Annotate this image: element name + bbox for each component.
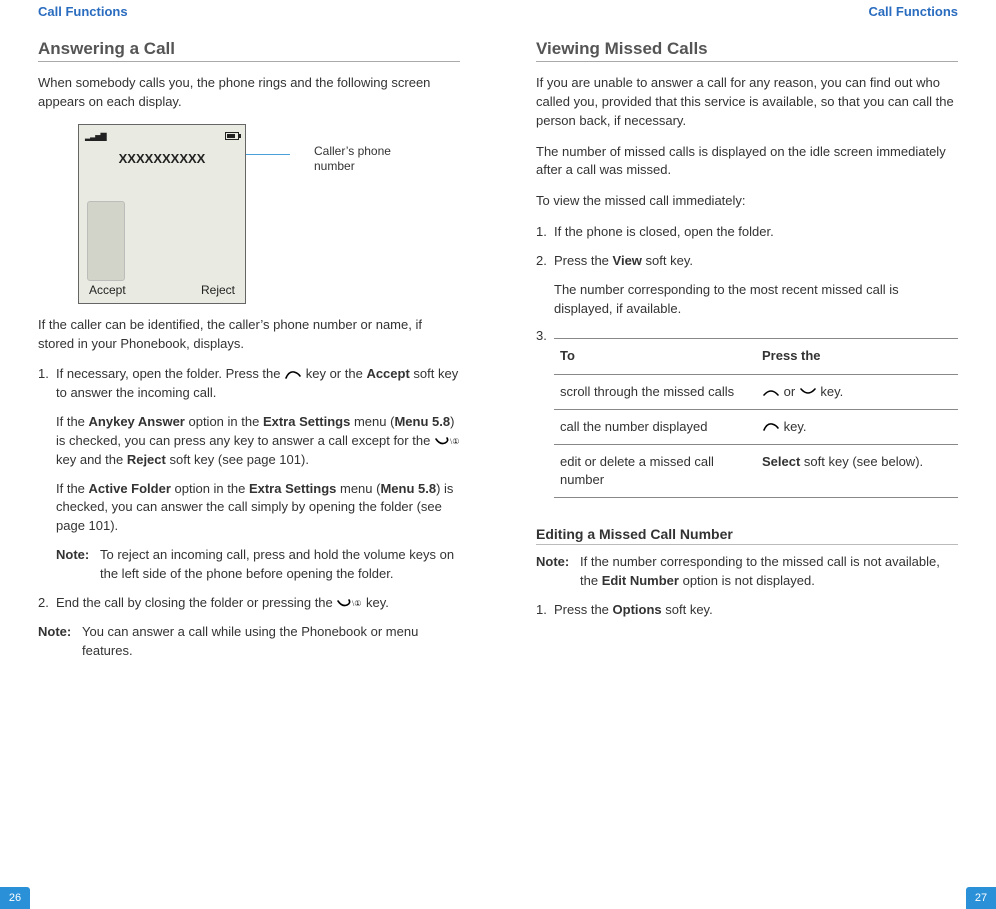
key-actions-table: To Press the scroll through the missed c… xyxy=(554,338,958,498)
missed-p1: If you are unable to answer a call for a… xyxy=(536,74,958,131)
up-key-icon xyxy=(762,387,780,397)
send-key-icon xyxy=(762,421,780,433)
status-bar xyxy=(85,129,239,143)
page-right: Call Functions Viewing Missed Calls If y… xyxy=(498,0,996,909)
svg-text:\①: \① xyxy=(352,599,361,608)
note-reject: Note: To reject an incoming call, press … xyxy=(56,546,460,584)
section-title-missed: Viewing Missed Calls xyxy=(536,39,958,62)
table-row: edit or delete a missed call number Sele… xyxy=(554,445,958,498)
svg-text:\①: \① xyxy=(450,437,459,446)
table-row: call the number displayed key. xyxy=(554,409,958,444)
missed-step-1: 1. If the phone is closed, open the fold… xyxy=(536,223,958,242)
callout-line xyxy=(246,154,290,155)
caller-number: XXXXXXXXXX xyxy=(79,151,245,166)
callout-label: Caller’s phone number xyxy=(314,144,391,175)
after-phone-text: If the caller can be identified, the cal… xyxy=(38,316,460,354)
phone-screen: XXXXXXXXXX Accept Reject xyxy=(78,124,246,304)
battery-icon xyxy=(225,132,239,140)
page-header-left: Call Functions xyxy=(38,0,460,39)
section-title-answering: Answering a Call xyxy=(38,39,460,62)
missed-p3: To view the missed call immediately: xyxy=(536,192,958,211)
page-header-right: Call Functions xyxy=(536,0,958,39)
page-left: Call Functions Answering a Call When som… xyxy=(0,0,498,909)
page-number-right: 27 xyxy=(966,887,996,909)
table-row: scroll through the missed calls or key. xyxy=(554,374,958,409)
th-to: To xyxy=(554,339,756,374)
note-edit-number: Note: If the number corresponding to the… xyxy=(536,553,958,591)
th-press: Press the xyxy=(756,339,958,374)
edit-step-1: 1. Press the Options soft key. xyxy=(536,601,958,620)
table-step-3: 3. To Press the scroll through the misse… xyxy=(536,328,958,508)
page-number-left: 26 xyxy=(0,887,30,909)
softkey-accept: Accept xyxy=(89,283,126,301)
missed-p2: The number of missed calls is displayed … xyxy=(536,143,958,181)
softkey-reject: Reject xyxy=(201,283,235,301)
handset-image xyxy=(87,201,125,281)
phone-illustration: XXXXXXXXXX Accept Reject Caller’s phone … xyxy=(78,124,460,304)
note-answer-while: Note: You can answer a call while using … xyxy=(38,623,460,661)
down-key-icon xyxy=(799,387,817,397)
intro-text: When somebody calls you, the phone rings… xyxy=(38,74,460,112)
signal-icon xyxy=(85,130,106,142)
end-key-icon: \① xyxy=(434,435,460,447)
step-1: 1. If necessary, open the folder. Press … xyxy=(38,365,460,536)
step-2: 2. End the call by closing the folder or… xyxy=(38,594,460,613)
sub-title-editing: Editing a Missed Call Number xyxy=(536,526,958,545)
missed-step-2: 2. Press the View soft key. The number c… xyxy=(536,252,958,319)
send-key-icon xyxy=(284,369,302,381)
end-key-icon: \① xyxy=(336,597,362,609)
